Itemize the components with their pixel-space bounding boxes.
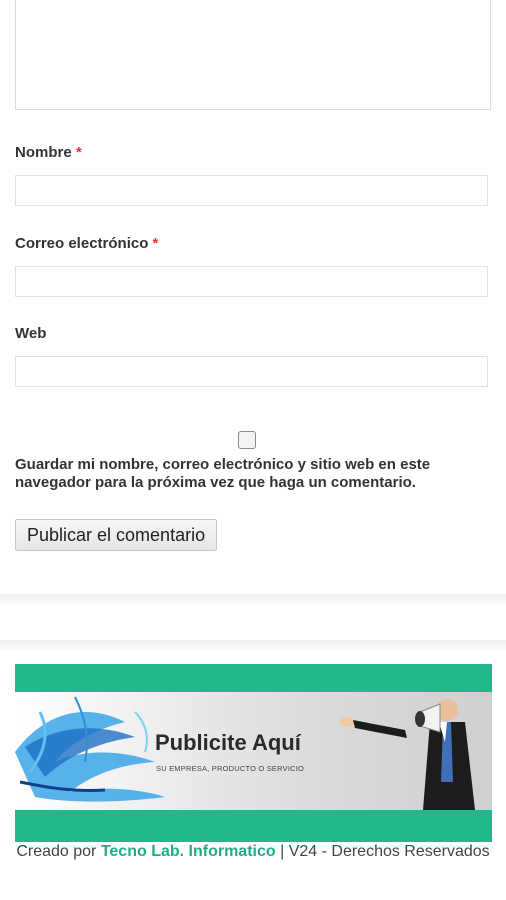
footer-suffix: | V24 - Derechos Reservados	[280, 843, 490, 860]
email-label: Correo electrónico *	[15, 235, 159, 252]
site-footer: Creado por Tecno Lab. Informatico | V24 …	[0, 843, 506, 861]
divider	[0, 594, 506, 604]
email-field[interactable]	[15, 266, 488, 297]
required-mark: *	[75, 144, 82, 161]
advertise-banner[interactable]: Publicite Aquí SU EMPRESA, PRODUCTO O SE…	[15, 664, 492, 842]
consent-text: Guardar mi nombre, correo electrónico y …	[15, 456, 431, 491]
banner-title: Publicite Aquí	[155, 730, 301, 755]
name-field[interactable]	[15, 175, 488, 206]
footer-prefix: Creado por	[16, 843, 97, 860]
required-mark: *	[152, 235, 159, 252]
web-field[interactable]	[15, 356, 488, 387]
businessman-megaphone-graphic	[339, 699, 475, 810]
banner-image: Publicite Aquí SU EMPRESA, PRODUCTO O SE…	[15, 692, 492, 810]
save-info-checkbox[interactable]	[238, 431, 256, 449]
footer-credit-link[interactable]: Tecno Lab. Informatico	[101, 843, 276, 860]
comment-textarea[interactable]	[15, 0, 491, 110]
web-label: Web	[15, 325, 47, 342]
banner-subtitle: SU EMPRESA, PRODUCTO O SERVICIO	[156, 764, 305, 773]
submit-comment-button[interactable]: Publicar el comentario	[15, 519, 218, 551]
name-label: Nombre *	[15, 144, 82, 161]
divider	[0, 640, 506, 650]
